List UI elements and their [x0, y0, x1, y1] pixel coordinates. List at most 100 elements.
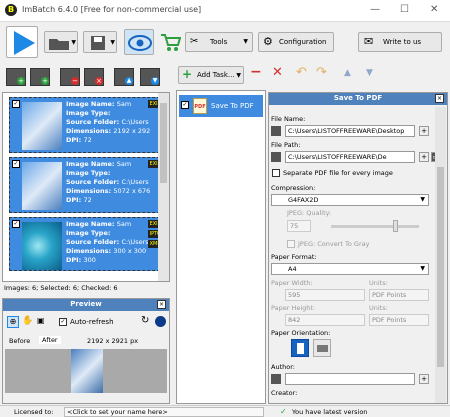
tools-label: Tools	[210, 38, 228, 46]
task-toolbar: + Add Task... ▼ − ✕ ↶ ↷ ▲ ▼	[176, 64, 448, 86]
author-input[interactable]	[285, 373, 415, 385]
zoom-fit-button[interactable]: ⊕	[7, 316, 19, 328]
task-item[interactable]: ✓ PDF Save To PDF	[179, 95, 263, 117]
minimize-button[interactable]: —	[370, 4, 380, 15]
move-up-button[interactable]: ▲	[114, 68, 134, 86]
task-checkbox[interactable]: ✓	[181, 101, 189, 109]
licensed-value[interactable]: <Click to set your name here>	[64, 407, 264, 417]
list-item[interactable]: ✓ Image Name: Sam Image Type: Source Fol…	[9, 217, 165, 271]
remove-task-icon[interactable]: −	[250, 64, 262, 80]
image-toolbar: + + − × ▲ ▼	[2, 66, 170, 88]
units1-select[interactable]: PDF Points	[369, 289, 429, 301]
configuration-button[interactable]: ⚙ Configuration	[258, 32, 334, 52]
settings-title: Save To PDF	[269, 93, 447, 105]
separate-pdf-checkbox[interactable]	[272, 169, 280, 177]
jpeg-gray-checkbox[interactable]	[287, 240, 295, 248]
file-path-icon	[271, 152, 281, 162]
creator-label: Creator:	[271, 389, 298, 397]
scroll-thumb[interactable]	[160, 103, 167, 183]
tab-after[interactable]: After	[39, 336, 61, 344]
units2-select[interactable]: PDF Points	[369, 314, 429, 326]
open-button[interactable]: ▼	[44, 31, 78, 53]
paper-height-input[interactable]: 842	[285, 314, 365, 326]
paper-format-label: Paper Format:	[271, 253, 317, 261]
list-item[interactable]: ✓ Image Name: Sam Image Type: Source Fol…	[9, 157, 165, 213]
images-status: Images: 6; Selected: 6; Checked: 6	[4, 284, 118, 292]
move-down-button[interactable]: ▼	[140, 68, 160, 86]
list-item[interactable]: ✓ Image Name: Sam Image Type: Source Fol…	[9, 97, 165, 153]
clear-tasks-icon[interactable]: ✕	[272, 65, 283, 80]
scroll-thumb[interactable]	[437, 167, 444, 367]
close-icon[interactable]: ×	[157, 300, 166, 309]
remove-image-button[interactable]: −	[60, 68, 80, 86]
close-icon[interactable]: ×	[435, 94, 444, 103]
tools-button[interactable]: ✂ Tools ▼	[185, 32, 253, 52]
compression-select[interactable]: G4FAX2D ▼	[271, 194, 429, 206]
dim-value: 2192 x 292	[113, 127, 151, 135]
image-meta: Image Name: Sam Image Type: Source Folde…	[66, 100, 150, 145]
paper-format-select[interactable]: A4 ▼	[271, 263, 429, 275]
jpeg-quality-slider[interactable]	[331, 220, 419, 232]
close-button[interactable]: ✕	[430, 4, 438, 15]
dpi-label: DPI:	[66, 136, 82, 144]
dpi-value: 300	[83, 256, 96, 264]
landscape-button[interactable]	[313, 339, 331, 357]
file-name-menu-button[interactable]: +	[419, 126, 429, 136]
undo-icon[interactable]: ↶	[296, 65, 307, 80]
preview-canvas[interactable]	[5, 349, 167, 393]
slider-thumb[interactable]	[393, 220, 398, 232]
color-icon[interactable]	[155, 316, 166, 327]
add-task-label: Add Task...	[197, 71, 235, 79]
task-up-icon[interactable]: ▲	[344, 68, 351, 78]
item-checkbox[interactable]: ✓	[12, 220, 20, 228]
type-label: Image Type:	[66, 169, 111, 177]
landscape-icon	[317, 345, 328, 352]
folder-value: C:\Users	[121, 118, 149, 126]
status-bar: Licensed to: <Click to set your name her…	[0, 405, 450, 417]
paper-width-input[interactable]: 595	[285, 289, 365, 301]
item-checkbox[interactable]: ✓	[12, 160, 20, 168]
add-task-button[interactable]: + Add Task... ▼	[178, 66, 244, 84]
thumbnail	[22, 102, 62, 150]
add-image-button[interactable]: +	[6, 68, 26, 86]
file-path-menu-button[interactable]: +	[419, 152, 429, 162]
dim-label: Dimensions:	[66, 127, 112, 135]
jpeg-quality-input[interactable]: 75	[287, 220, 311, 232]
chevron-down-icon: ▼	[71, 39, 76, 46]
file-path-input[interactable]: C:\Users\LISTOFFREEWARE\De	[285, 151, 415, 163]
thumbnail	[22, 162, 62, 210]
type-label: Image Type:	[66, 109, 111, 117]
auto-refresh-checkbox[interactable]: ✓	[59, 318, 67, 326]
maximize-button[interactable]: ☐	[400, 4, 409, 15]
chevron-down-icon: ▼	[420, 196, 425, 203]
save-button[interactable]: ▼	[83, 31, 117, 53]
add-folder-button[interactable]: +	[30, 68, 50, 86]
tab-before[interactable]: Before	[9, 337, 30, 345]
file-path-label: File Path:	[271, 141, 301, 149]
window-title: ImBatch 6.4.0 [Free for non-commercial u…	[22, 5, 202, 14]
write-to-us-button[interactable]: ✉ Write to us	[358, 32, 442, 52]
portrait-button[interactable]	[291, 339, 309, 357]
dpi-label: DPI:	[66, 196, 82, 204]
file-name-label: File Name:	[271, 115, 306, 123]
refresh-icon[interactable]: ↻	[141, 315, 149, 326]
file-name-input[interactable]: C:\Users\LISTOFFREEWARE\Desktop	[285, 125, 415, 137]
write-label: Write to us	[383, 38, 422, 46]
item-checkbox[interactable]: ✓	[12, 100, 20, 108]
author-menu-button[interactable]: +	[419, 374, 429, 384]
task-list: ✓ PDF Save To PDF	[176, 90, 266, 404]
settings-panel: Save To PDF × File Name: C:\Users\LISTOF…	[268, 92, 448, 404]
remove-all-button[interactable]: ×	[84, 68, 104, 86]
cart-button[interactable]	[158, 29, 182, 55]
settings-scrollbar[interactable]	[435, 107, 446, 403]
run-button[interactable]	[6, 26, 38, 58]
redo-icon[interactable]: ↷	[316, 65, 327, 80]
camera-icon[interactable]: ▣	[37, 316, 45, 325]
preview-button[interactable]	[124, 29, 154, 55]
paper-width-label: Paper Width:	[271, 279, 313, 287]
author-label: Author:	[271, 363, 295, 371]
image-list-scrollbar[interactable]	[158, 93, 169, 281]
chevron-down-icon: ▼	[420, 265, 425, 272]
task-down-icon[interactable]: ▼	[366, 68, 373, 78]
hand-icon[interactable]: ✋	[22, 316, 33, 326]
